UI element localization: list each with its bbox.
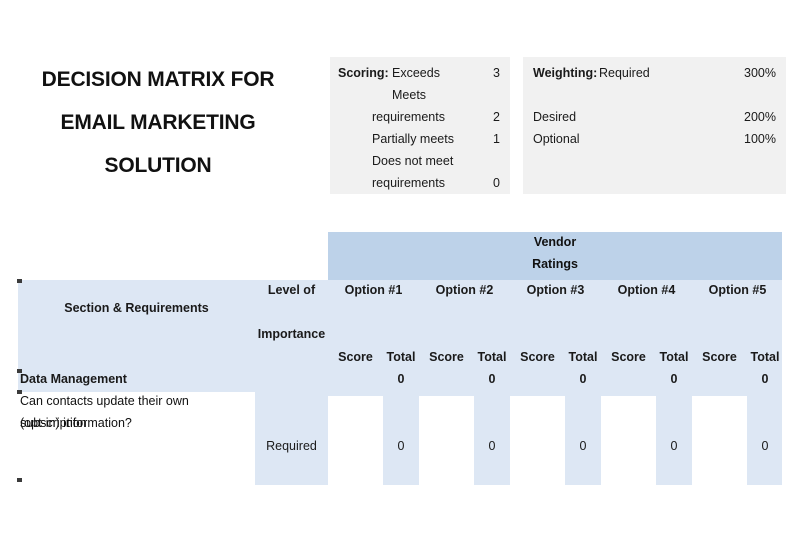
- vendor-ratings-line-1: Vendor: [533, 235, 577, 249]
- weighting-legend-row: Weighting: Required 300%: [523, 62, 786, 84]
- scoring-legend-row: requirements 0: [330, 172, 510, 194]
- row-total-option-3: 0: [579, 439, 587, 453]
- scoring-legend-row: Partially meets 1: [330, 128, 510, 150]
- row-marker-section: [17, 369, 22, 373]
- weighting-legend-value: 200%: [744, 110, 776, 124]
- page-title-line-2: EMAIL MARKETING: [60, 111, 256, 134]
- column-header-requirements: Section & Requirements: [64, 301, 209, 315]
- column-header-option-3: Option #3: [526, 283, 585, 297]
- requirement-importance-value: Required: [266, 439, 317, 453]
- subheader-total-option-4: Total: [659, 350, 689, 364]
- row-total-option-2: 0: [488, 439, 496, 453]
- scoring-legend-value: 3: [493, 66, 500, 80]
- subheader-total-option-5: Total: [750, 350, 780, 364]
- scoring-legend-text: Partially meets: [372, 132, 454, 146]
- subheader-score-option-3: Score: [520, 350, 555, 364]
- column-header-option-4: Option #4: [617, 283, 676, 297]
- weighting-legend-text: Optional: [533, 132, 580, 146]
- scoring-legend-text: Does not meet: [372, 154, 454, 168]
- column-header-importance-line-2: Importance: [257, 327, 326, 341]
- page-title-line-1: DECISION MATRIX FOR: [41, 68, 275, 91]
- subheader-total-option-2: Total: [477, 350, 507, 364]
- section-total-option-3: 0: [579, 372, 587, 386]
- score-input-option-2[interactable]: [419, 396, 474, 485]
- row-marker-requirement: [17, 390, 22, 394]
- column-header-importance-line-1: Level of: [267, 283, 316, 297]
- scoring-legend-row: Does not meet: [330, 150, 510, 172]
- weighting-legend-value: 300%: [744, 66, 776, 80]
- vendor-ratings-line-2: Ratings: [532, 257, 578, 271]
- section-total-option-1: 0: [397, 372, 405, 386]
- column-header-option-1: Option #1: [344, 283, 403, 297]
- scoring-legend-row: requirements 2: [330, 106, 510, 128]
- scoring-legend-value: 0: [493, 176, 500, 190]
- weighting-legend-value: 100%: [744, 132, 776, 146]
- weighting-legend-text: Required: [599, 66, 650, 80]
- vendor-ratings-group-header: Vendor Ratings: [328, 232, 782, 280]
- row-total-option-5: 0: [761, 439, 769, 453]
- score-input-option-4[interactable]: [601, 396, 656, 485]
- scoring-legend-text: requirements: [372, 176, 445, 190]
- scoring-legend-row: Scoring: Exceeds 3: [330, 62, 510, 84]
- scoring-legend-text: requirements: [372, 110, 445, 124]
- decision-matrix-table: Vendor Ratings Section & Requirements Le…: [0, 232, 800, 490]
- scoring-legend-value: 1: [493, 132, 500, 146]
- row-total-option-4: 0: [670, 439, 678, 453]
- requirement-question-line-2: (opt-in) information?: [20, 416, 132, 430]
- requirement-question-cell: Can contacts update their own subscripti…: [18, 392, 255, 485]
- section-total-option-5: 0: [761, 372, 769, 386]
- section-name-data-management: Data Management: [20, 372, 127, 386]
- page-title: DECISION MATRIX FOR EMAIL MARKETING SOLU…: [18, 58, 298, 187]
- weighting-legend-row: Optional 100%: [523, 128, 786, 150]
- weighting-legend-text: Desired: [533, 110, 577, 124]
- section-total-option-2: 0: [488, 372, 496, 386]
- score-input-option-5[interactable]: [692, 396, 747, 485]
- subheader-score-option-2: Score: [429, 350, 464, 364]
- scoring-legend: Scoring: Exceeds 3 Meets requirements 2 …: [330, 57, 510, 194]
- weighting-legend: Weighting: Required 300% Desired 200% Op…: [523, 57, 786, 194]
- subheader-score-option-4: Score: [611, 350, 646, 364]
- scoring-legend-label: Scoring:: [338, 66, 389, 80]
- subheader-score-option-5: Score: [702, 350, 737, 364]
- subheader-score-option-1: Score: [338, 350, 373, 364]
- weighting-legend-row: Desired 200%: [523, 106, 786, 128]
- weighting-legend-label: Weighting:: [533, 66, 598, 80]
- page-title-line-3: SOLUTION: [104, 154, 212, 177]
- scoring-legend-row: Meets: [330, 84, 510, 106]
- column-header-option-2: Option #2: [435, 283, 494, 297]
- row-marker-header: [17, 279, 22, 283]
- subheader-total-option-3: Total: [568, 350, 598, 364]
- row-marker-bottom: [17, 478, 22, 482]
- subheader-total-option-1: Total: [386, 350, 416, 364]
- score-input-option-1[interactable]: [328, 396, 383, 485]
- scoring-legend-value: 2: [493, 110, 500, 124]
- scoring-legend-text: Exceeds: [392, 66, 440, 80]
- section-total-option-4: 0: [670, 372, 678, 386]
- scoring-legend-text: Meets: [392, 88, 427, 102]
- score-input-option-3[interactable]: [510, 396, 565, 485]
- row-total-option-1: 0: [397, 439, 405, 453]
- column-header-option-5: Option #5: [708, 283, 767, 297]
